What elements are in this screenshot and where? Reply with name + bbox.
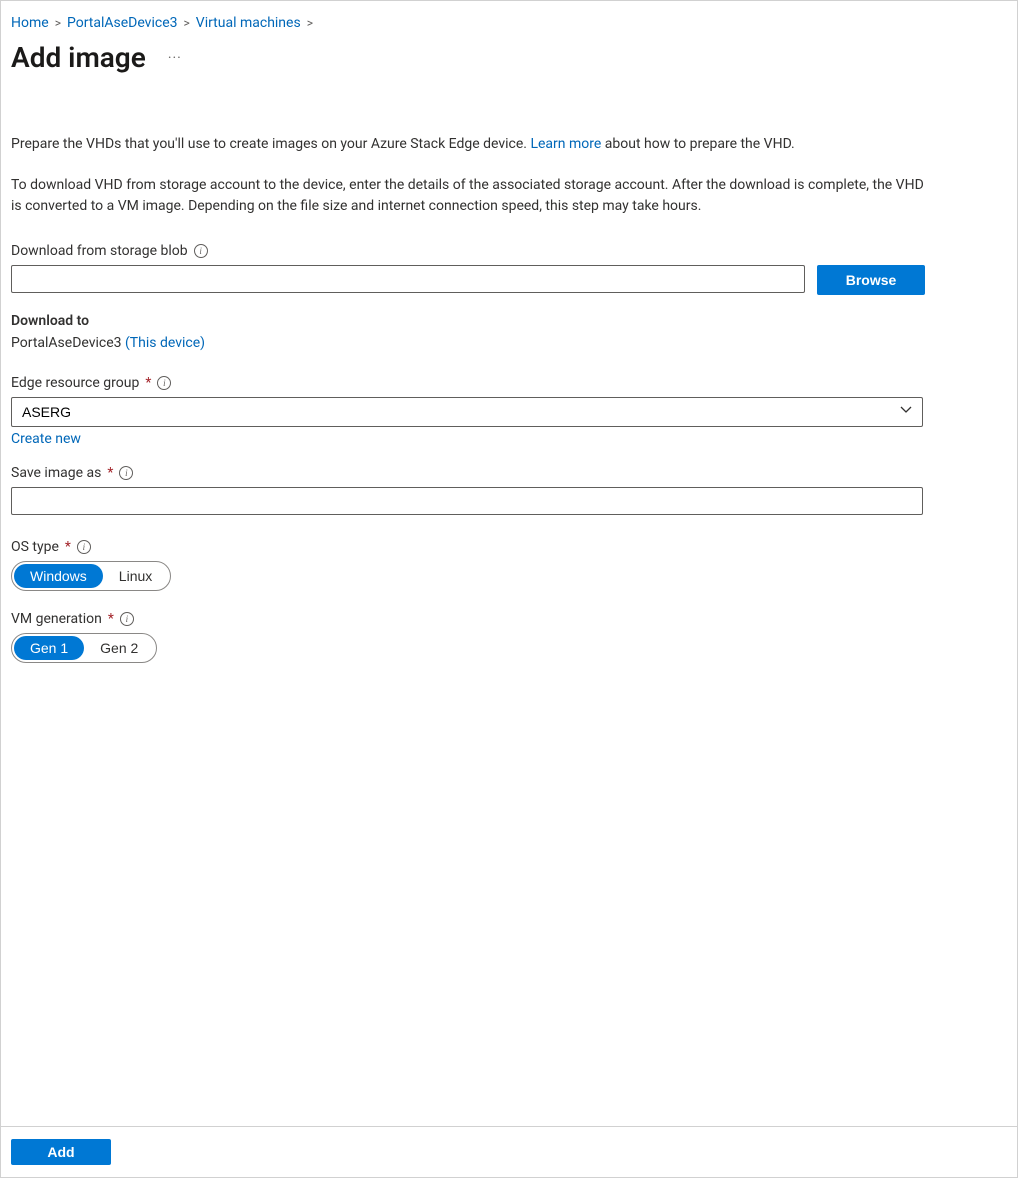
intro-text-before: Prepare the VHDs that you'll use to crea… <box>11 136 530 152</box>
browse-button[interactable]: Browse <box>817 265 925 295</box>
vm-gen-2[interactable]: Gen 2 <box>84 636 154 660</box>
info-icon[interactable]: i <box>77 540 91 554</box>
required-indicator: * <box>65 539 71 555</box>
vm-gen-field: VM generation * i Gen 1 Gen 2 <box>11 611 1007 663</box>
os-type-field: OS type * i Windows Linux <box>11 539 1007 591</box>
more-actions-button[interactable]: ··· <box>164 46 186 70</box>
download-blob-input[interactable] <box>11 265 805 293</box>
download-to-device-name: PortalAseDevice3 <box>11 335 125 351</box>
os-type-toggle: Windows Linux <box>11 561 171 591</box>
intro-text-after: about how to prepare the VHD. <box>601 136 794 152</box>
required-indicator: * <box>108 611 114 627</box>
chevron-right-icon: > <box>55 16 61 30</box>
save-as-label: Save image as <box>11 465 101 481</box>
breadcrumb-device[interactable]: PortalAseDevice3 <box>67 15 178 31</box>
page-header: Add image ··· <box>11 41 1007 74</box>
footer-bar: Add <box>1 1126 1017 1177</box>
info-icon[interactable]: i <box>157 376 171 390</box>
create-new-link[interactable]: Create new <box>11 431 81 447</box>
download-to-suffix: (This device) <box>125 335 205 351</box>
breadcrumb-home[interactable]: Home <box>11 15 49 31</box>
resource-group-field: Edge resource group * i Create new <box>11 375 1007 447</box>
resource-group-select[interactable] <box>11 397 923 427</box>
info-icon[interactable]: i <box>120 612 134 626</box>
intro-paragraph-1: Prepare the VHDs that you'll use to crea… <box>11 134 931 155</box>
vm-gen-label: VM generation <box>11 611 102 627</box>
add-button[interactable]: Add <box>11 1139 111 1165</box>
save-as-input[interactable] <box>11 487 923 515</box>
vm-gen-toggle: Gen 1 Gen 2 <box>11 633 157 663</box>
learn-more-link[interactable]: Learn more <box>530 136 601 152</box>
chevron-right-icon: > <box>184 16 190 30</box>
chevron-right-icon: > <box>307 16 313 30</box>
vm-gen-1[interactable]: Gen 1 <box>14 636 84 660</box>
breadcrumb-vms[interactable]: Virtual machines <box>196 15 301 31</box>
download-blob-field: Download from storage blob i Browse <box>11 243 1007 295</box>
os-type-windows[interactable]: Windows <box>14 564 103 588</box>
os-type-label: OS type <box>11 539 59 555</box>
page-title: Add image <box>11 41 146 74</box>
required-indicator: * <box>145 375 151 391</box>
download-to-label: Download to <box>11 313 89 329</box>
download-to-value: PortalAseDevice3 (This device) <box>11 335 1007 351</box>
os-type-linux[interactable]: Linux <box>103 564 168 588</box>
breadcrumb: Home > PortalAseDevice3 > Virtual machin… <box>11 15 1007 31</box>
download-blob-label: Download from storage blob <box>11 243 188 259</box>
required-indicator: * <box>107 465 113 481</box>
info-icon[interactable]: i <box>194 244 208 258</box>
info-icon[interactable]: i <box>119 466 133 480</box>
save-as-field: Save image as * i <box>11 465 1007 515</box>
resource-group-label: Edge resource group <box>11 375 139 391</box>
intro-paragraph-2: To download VHD from storage account to … <box>11 175 931 217</box>
download-to-field: Download to PortalAseDevice3 (This devic… <box>11 313 1007 351</box>
